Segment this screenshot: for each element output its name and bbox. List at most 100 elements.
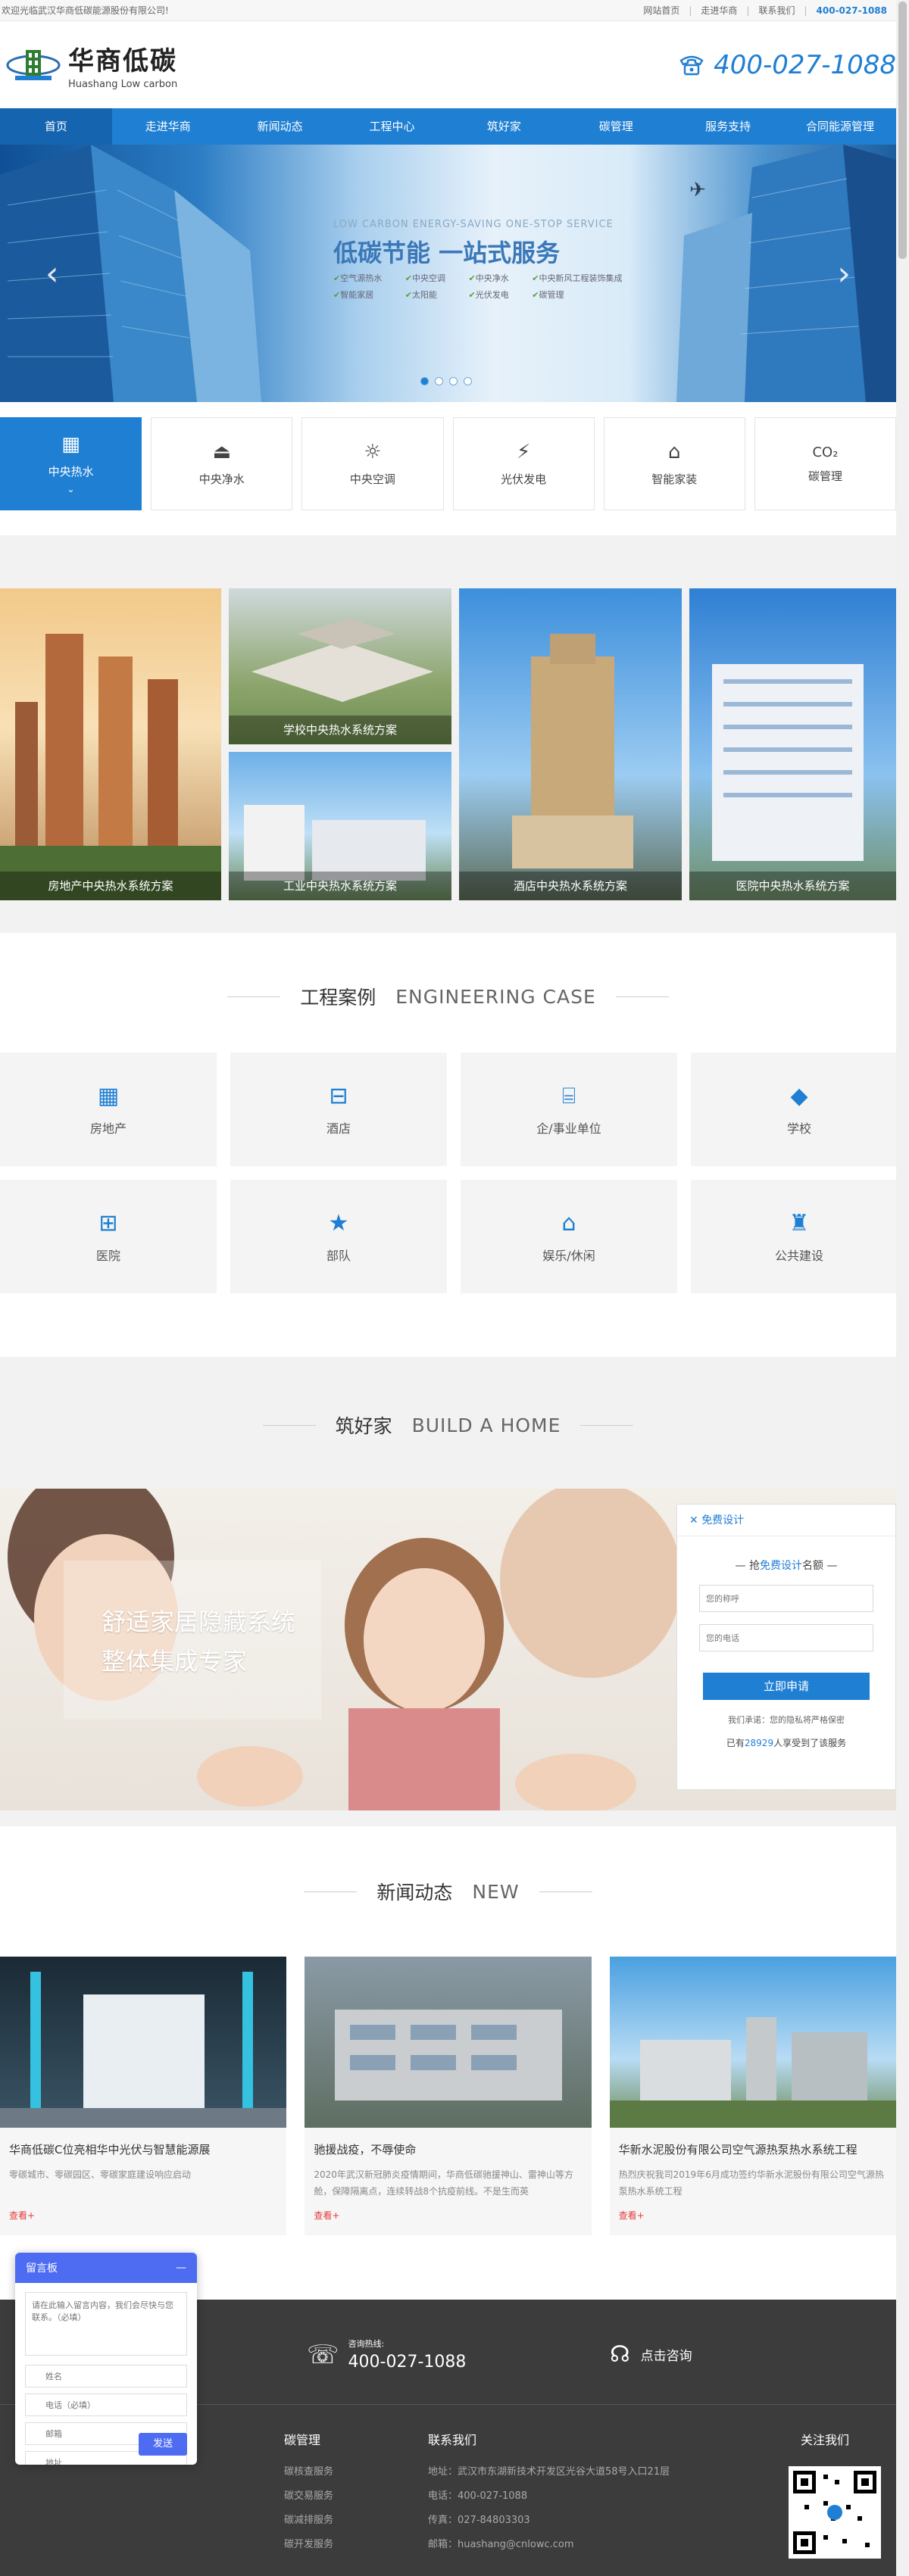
news-more-link[interactable]: 查看+ xyxy=(610,2203,896,2222)
footer-consult[interactable]: ☊ 点击咨询 xyxy=(610,2341,692,2368)
case-label: 房地产 xyxy=(89,1121,127,1136)
pagination-dot[interactable] xyxy=(420,377,429,385)
case-public[interactable]: ♜ 公共建设 xyxy=(691,1180,907,1293)
message-name-input[interactable] xyxy=(25,2365,187,2387)
qr-code xyxy=(789,2466,881,2559)
message-header: 留言板 — xyxy=(15,2253,197,2283)
count-value: 28929 xyxy=(744,1738,774,1748)
footer-link[interactable]: 碳开发服务 xyxy=(284,2533,333,2557)
news-title[interactable]: 华新水泥股份有限公司空气源热泵热水系统工程 xyxy=(610,2128,896,2157)
send-button[interactable]: 发送 xyxy=(139,2433,187,2456)
news-image xyxy=(609,1957,896,2128)
service-card-carbon[interactable]: CO₂ 碳管理 xyxy=(754,417,897,510)
header-phone: 400-027-1088 xyxy=(679,50,896,80)
cases-title-en: ENGINEERING CASE xyxy=(395,985,596,1008)
service-label: 中央净水 xyxy=(198,472,245,486)
news-title[interactable]: 驰援战疫，不辱使命 xyxy=(305,2128,591,2157)
qr-code-image xyxy=(793,2471,876,2554)
form-subtitle: — 抢免费设计名额 — xyxy=(735,1560,838,1572)
nav-carbon[interactable]: 碳管理 xyxy=(560,108,672,145)
nav-news[interactable]: 新闻动态 xyxy=(224,108,336,145)
solution-tile-industry[interactable]: 工业中央热水系统方案 xyxy=(229,752,451,900)
case-hospital[interactable]: ⊞ 医院 xyxy=(0,1180,217,1293)
factory-photo xyxy=(609,2017,896,2128)
case-school[interactable]: ◆ 学校 xyxy=(691,1053,907,1166)
case-hotel[interactable]: ⊟ 酒店 xyxy=(230,1053,447,1166)
service-card-smart-home[interactable]: ⌂ 智能家装 xyxy=(603,417,745,510)
solution-tile-school[interactable]: 学校中央热水系统方案 xyxy=(229,588,451,744)
banner-next-arrow[interactable]: › xyxy=(837,254,851,293)
service-card-water[interactable]: ⏏ 中央净水 xyxy=(151,417,293,510)
service-label: 中央空调 xyxy=(349,472,395,486)
nav-engineering[interactable]: 工程中心 xyxy=(336,108,448,145)
solution-tile-hotel[interactable]: 酒店中央热水系统方案 xyxy=(459,588,682,900)
case-label: 公共建设 xyxy=(774,1248,823,1263)
case-army[interactable]: ★ 部队 xyxy=(230,1180,447,1293)
home-banner: 舒适家居隐藏系统 整体集成专家 ✕ 免费设计 — 抢免费设计名额 — 立即申请 … xyxy=(0,1489,896,1810)
hospital-icon: ⊞ xyxy=(98,1209,118,1237)
news-list: 华商低碳C位亮相华中光伏与智慧能源展 零碳城市、零碳园区、零碳家庭建设响应启动 … xyxy=(0,1957,896,2235)
footer-link[interactable]: 碳核查服务 xyxy=(284,2460,333,2484)
message-textarea[interactable] xyxy=(25,2292,187,2356)
office-icon: ⌸ xyxy=(562,1082,576,1109)
nav-home[interactable]: 首页 xyxy=(0,108,112,145)
banner-subtitle: LOW CARBON ENERGY-SAVING ONE-STOP SERVIC… xyxy=(333,219,614,230)
form-name-input[interactable] xyxy=(699,1585,873,1612)
news-more-link[interactable]: 查看+ xyxy=(0,2203,286,2222)
close-icon[interactable]: ✕ xyxy=(689,1514,698,1527)
news-desc: 热烈庆祝我司2019年6月成功签约华新水泥股份有限公司空气源热泵热水系统工程 xyxy=(618,2169,884,2197)
banner-prev-arrow[interactable]: ‹ xyxy=(45,254,59,293)
news-card[interactable]: 华商低碳C位亮相华中光伏与智慧能源展 零碳城市、零碳园区、零碳家庭建设响应启动 … xyxy=(0,1957,287,2235)
scrollbar-thumb[interactable] xyxy=(898,2,907,259)
nav-service[interactable]: 服务支持 xyxy=(672,108,784,145)
pagination-dot[interactable] xyxy=(464,377,472,385)
hydrant-icon: ♜ xyxy=(789,1209,810,1237)
top-link-home[interactable]: 网站首页 xyxy=(634,4,689,17)
chat-icon: ☊ xyxy=(610,2341,630,2368)
top-link-about[interactable]: 走进华商 xyxy=(692,4,746,17)
news-more-link[interactable]: 查看+ xyxy=(305,2203,591,2222)
footer-col-title: 联系我们 xyxy=(428,2433,477,2447)
footer-link[interactable]: 碳交易服务 xyxy=(284,2484,333,2509)
footer-col-follow: 关注我们 xyxy=(801,2428,849,2460)
news-title[interactable]: 华商低碳C位亮相华中光伏与智慧能源展 xyxy=(0,2128,286,2157)
news-card[interactable]: 驰援战疫，不辱使命 2020年武汉新冠肺炎疫情期间，华商低碳驰援神山、雷神山等方… xyxy=(305,1957,592,2235)
hotline-number: 400-027-1088 xyxy=(348,2353,467,2372)
minimize-button[interactable]: — xyxy=(176,2262,186,2274)
main-nav: 首页 走进华商 新闻动态 工程中心 筑好家 碳管理 服务支持 合同能源管理 xyxy=(0,108,896,145)
nav-build-home[interactable]: 筑好家 xyxy=(448,108,561,145)
solutions-section: 房地产中央热水系统方案 学校中央热水系统方案 工业中央热水系统方案 酒店中央热水… xyxy=(0,535,896,933)
privacy-note: 我们承诺：您的隐私将严格保密 xyxy=(728,1715,845,1725)
solution-tile-realestate[interactable]: 房地产中央热水系统方案 xyxy=(0,588,221,900)
solution-caption: 医院中央热水系统方案 xyxy=(689,872,896,900)
case-enterprise[interactable]: ⌸ 企/事业单位 xyxy=(461,1053,677,1166)
build-home-section: 筑好家 BUILD A HOME 舒适家居隐藏系统 整体集成专家 ✕ 免费设计 —… xyxy=(0,1357,896,1826)
bank-icon: ⌂ xyxy=(561,1209,576,1237)
solution-tile-hospital[interactable]: 医院中央热水系统方案 xyxy=(689,588,896,900)
form-phone-input[interactable] xyxy=(699,1624,873,1651)
message-phone-input[interactable] xyxy=(25,2394,187,2416)
service-card-ac[interactable]: ☼ 中央空调 xyxy=(301,417,444,510)
pagination-dot[interactable] xyxy=(435,377,443,385)
apply-button[interactable]: 立即申请 xyxy=(703,1673,870,1700)
home-icon: ⌂ xyxy=(668,441,681,463)
pagination-dot[interactable] xyxy=(449,377,458,385)
form-header: ✕ 免费设计 xyxy=(677,1505,895,1536)
message-title: 留言板 xyxy=(26,2263,58,2275)
feature-item: 中央新风工程装饰集成 xyxy=(532,272,636,284)
logo[interactable]: 华商低碳 Huashang Low carbon xyxy=(5,40,177,90)
news-card[interactable]: 华新水泥股份有限公司空气源热泵热水系统工程 热烈庆祝我司2019年6月成功签约华… xyxy=(609,1957,896,2235)
news-section: 新闻动态 NEW 华商低碳C位亮相华中光伏与智慧能源展 零碳城市、零碳园区、零碳家… xyxy=(0,1826,896,2235)
nav-contract-energy[interactable]: 合同能源管理 xyxy=(784,108,896,145)
footer-col-contact: 联系我们 地址：武汉市东湖新技术开发区光谷大道58号入口21层 电话：400-0… xyxy=(428,2428,670,2557)
service-card-hot-water[interactable]: ▦ 中央热水 ⌄ xyxy=(0,417,142,510)
footer-link[interactable]: 碳减排服务 xyxy=(284,2509,333,2533)
top-link-contact[interactable]: 联系我们 xyxy=(749,4,804,17)
nav-about[interactable]: 走进华商 xyxy=(112,108,224,145)
chevron-down-icon: ⌄ xyxy=(67,484,75,494)
service-card-pv[interactable]: ⚡ 光伏发电 xyxy=(452,417,595,510)
page-scrollbar[interactable] xyxy=(896,0,909,2576)
bed-icon: ⊟ xyxy=(329,1082,348,1109)
case-leisure[interactable]: ⌂ 娱乐/休闲 xyxy=(461,1180,677,1293)
case-realestate[interactable]: ▦ 房地产 xyxy=(0,1053,217,1166)
